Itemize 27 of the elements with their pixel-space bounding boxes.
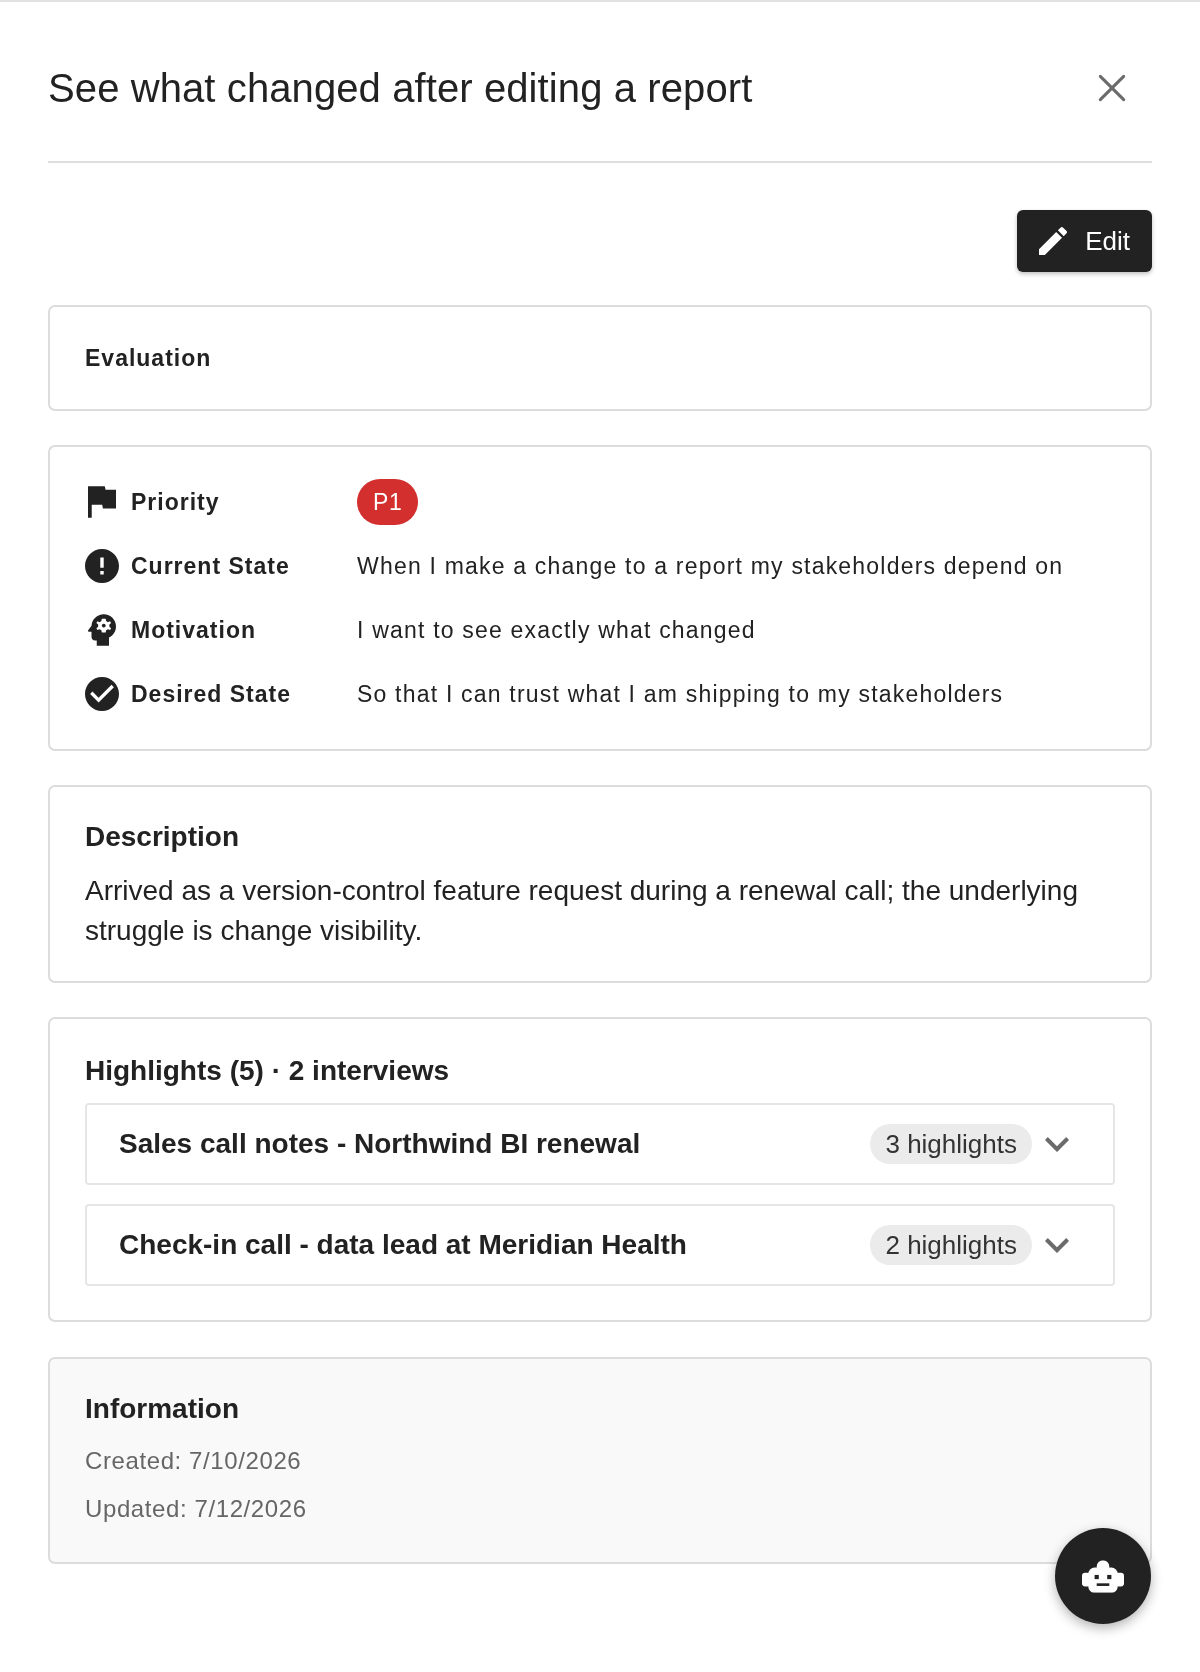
edit-button[interactable]: Edit [1017,210,1152,272]
field-label: Current State [131,552,290,580]
close-icon[interactable] [1098,73,1126,102]
robot-icon [1082,1559,1124,1593]
date-text: Updated: 7/12/2026 [85,1494,308,1524]
field-value: When I make a change to a report my stakeholders depend on [357,552,1064,579]
interview-accordion[interactable]: Check-in call - data lead at Meridian Health 2 highlights [85,1204,1115,1286]
field-label: Desired State [131,680,291,708]
flag-icon [88,486,116,518]
date-text: Created: 7/10/2026 [85,1446,303,1476]
field-label: Priority [131,488,220,516]
assistant-button[interactable] [1055,1528,1151,1624]
field-label: Motivation [131,616,256,644]
highlight-count-badge: 2 highlights [870,1225,1032,1265]
priority-badge: P1 [357,479,419,525]
information-heading: Information [85,1392,240,1426]
interview-accordion[interactable]: Sales call notes - Northwind BI renewal 3 highlights [85,1103,1115,1185]
evaluation-heading: Evaluation [85,344,212,372]
highlight-count-badge: 3 highlights [870,1124,1032,1164]
description-text: Arrived as a version-control feature request during a renewal call; the underlying struggle is change visibility. [85,874,1079,948]
pencil-icon [1039,227,1068,255]
field-value: I want to see exactly what changed [357,616,756,643]
head-gear-icon [88,614,116,646]
description-heading: Description [85,820,241,854]
highlights-heading: Highlights (5) · 2 interviews [85,1054,451,1088]
field-value: So that I can trust what I am shipping to my stakeholders [357,680,1004,707]
dialog-title: See what changed after editing a report [48,64,753,111]
